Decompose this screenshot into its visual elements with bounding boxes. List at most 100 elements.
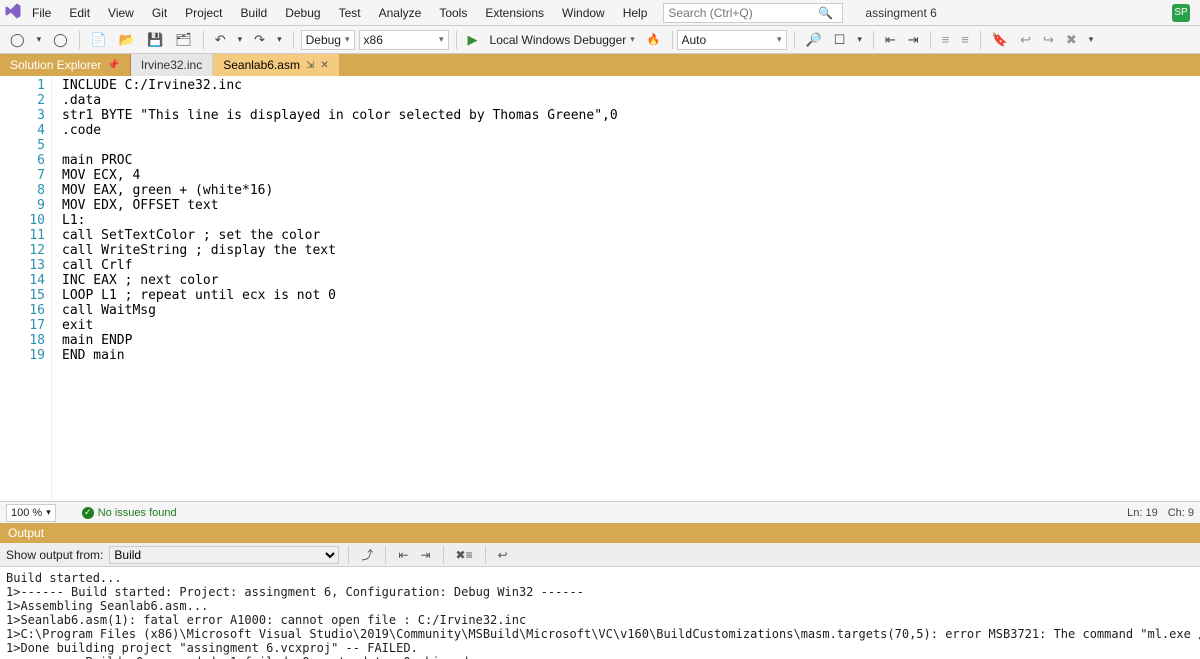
code-line[interactable]: MOV EDX, OFFSET text	[62, 198, 618, 213]
menu-analyze[interactable]: Analyze	[371, 3, 430, 23]
code-editor[interactable]: 12345678910111213141516171819 INCLUDE C:…	[0, 76, 1200, 501]
output-wrap-icon[interactable]: ↩	[495, 548, 511, 562]
fire-icon[interactable]: 🔥	[643, 31, 665, 48]
solution-config-value: Debug	[306, 33, 341, 47]
code-line[interactable]: main ENDP	[62, 333, 618, 348]
solution-platform-value: x86	[364, 33, 383, 47]
redo-caret-icon[interactable]: ▾	[273, 32, 286, 47]
tab-pin-icon[interactable]: ⇲	[306, 60, 314, 71]
output-title: Output	[8, 526, 44, 540]
line-number: 9	[0, 198, 45, 213]
code-line[interactable]: exit	[62, 318, 618, 333]
code-line[interactable]: call SetTextColor ; set the color	[62, 228, 618, 243]
code-line[interactable]	[62, 138, 618, 153]
pin-icon[interactable]: 📌	[107, 60, 119, 71]
nav-back-icon[interactable]: ◯	[6, 30, 29, 50]
menu-build[interactable]: Build	[233, 3, 276, 23]
line-number: 7	[0, 168, 45, 183]
nav-forward-icon[interactable]: ◯	[49, 30, 72, 50]
menu-test[interactable]: Test	[331, 3, 369, 23]
uncomment-icon[interactable]: ≡	[957, 30, 973, 49]
code-line[interactable]: .data	[62, 93, 618, 108]
toolbar-icon-3-caret[interactable]: ▾	[853, 32, 866, 47]
line-number: 6	[0, 153, 45, 168]
nav-back-caret-icon[interactable]: ▾	[33, 32, 46, 47]
undo-icon[interactable]: ↶	[211, 30, 230, 50]
toolbar-icon-2[interactable]: ☐	[830, 30, 850, 50]
indent-more-icon[interactable]: ⇥	[904, 30, 923, 50]
menubar: File Edit View Git Project Build Debug T…	[0, 0, 1200, 26]
issues-indicator[interactable]: ✓ No issues found	[82, 507, 177, 519]
open-file-icon[interactable]: 📂	[115, 30, 139, 50]
line-number: 19	[0, 348, 45, 363]
line-number: 17	[0, 318, 45, 333]
tab-seanlab6[interactable]: Seanlab6.asm ⇲ ✕	[213, 54, 339, 76]
start-debug-dropdown[interactable]: Local Windows Debugger ▾	[486, 30, 639, 50]
solution-platform-dropdown[interactable]: x86 ▾	[359, 30, 449, 50]
line-number: 4	[0, 123, 45, 138]
menu-extensions[interactable]: Extensions	[477, 3, 552, 23]
menu-help[interactable]: Help	[615, 3, 656, 23]
bookmark-icon[interactable]: 🔖	[988, 30, 1012, 50]
code-line[interactable]: INC EAX ; next color	[62, 273, 618, 288]
start-debug-icon[interactable]: ▶	[464, 30, 482, 50]
new-project-icon[interactable]: 📄	[87, 30, 111, 50]
menu-edit[interactable]: Edit	[61, 3, 98, 23]
bookmark-next-icon[interactable]: ↪	[1039, 30, 1058, 50]
menu-view[interactable]: View	[100, 3, 142, 23]
char-indicator: Ch: 9	[1168, 507, 1194, 519]
code-line[interactable]: END main	[62, 348, 618, 363]
output-clear-icon[interactable]: ✖≡	[453, 548, 476, 562]
bookmark-prev-icon[interactable]: ↩	[1016, 30, 1035, 50]
search-input[interactable]	[668, 6, 818, 20]
redo-icon[interactable]: ↷	[250, 30, 269, 50]
save-icon[interactable]: 💾	[143, 30, 167, 50]
menu-window[interactable]: Window	[554, 3, 613, 23]
toolbar-overflow-caret[interactable]: ▾	[1085, 32, 1098, 47]
code-line[interactable]: call WaitMsg	[62, 303, 618, 318]
output-next-icon[interactable]: ⇥	[417, 548, 433, 562]
bookmark-clear-icon[interactable]: ✖	[1062, 30, 1081, 50]
menu-project[interactable]: Project	[177, 3, 230, 23]
output-text[interactable]: Build started... 1>------ Build started:…	[0, 567, 1200, 659]
show-output-from-label: Show output from:	[6, 548, 103, 562]
undo-caret-icon[interactable]: ▾	[234, 32, 247, 47]
code-area[interactable]: INCLUDE C:/Irvine32.inc.datastr1 BYTE "T…	[52, 76, 618, 501]
code-line[interactable]: INCLUDE C:/Irvine32.inc	[62, 78, 618, 93]
code-line[interactable]: MOV EAX, green + (white*16)	[62, 183, 618, 198]
code-line[interactable]: call WriteString ; display the text	[62, 243, 618, 258]
search-icon: 🔍	[818, 6, 833, 20]
code-line[interactable]: call Crlf	[62, 258, 618, 273]
save-all-icon[interactable]: 🗂	[171, 30, 196, 50]
menu-git[interactable]: Git	[144, 3, 175, 23]
solution-explorer-tab[interactable]: Solution Explorer 📌	[0, 54, 131, 76]
standard-toolbar: ◯ ▾ ◯ 📄 📂 💾 🗂 ↶ ▾ ↷ ▾ Debug▾ x86 ▾ ▶ Loc…	[0, 26, 1200, 54]
line-number: 1	[0, 78, 45, 93]
solution-config-dropdown[interactable]: Debug▾	[301, 30, 355, 50]
menu-file[interactable]: File	[24, 3, 59, 23]
tab-close-icon[interactable]: ✕	[320, 60, 328, 71]
menu-debug[interactable]: Debug	[277, 3, 328, 23]
output-panel-header[interactable]: Output	[0, 523, 1200, 543]
code-line[interactable]: .code	[62, 123, 618, 138]
code-line[interactable]: main PROC	[62, 153, 618, 168]
code-line[interactable]: L1:	[62, 213, 618, 228]
comment-icon[interactable]: ≡	[938, 30, 954, 49]
code-line[interactable]: MOV ECX, 4	[62, 168, 618, 183]
debug-target-dropdown[interactable]: Auto ▾	[677, 30, 787, 50]
indent-less-icon[interactable]: ⇤	[881, 30, 900, 50]
toolbar-icon-1[interactable]: 🔎	[802, 30, 826, 50]
output-source-dropdown[interactable]: Build	[109, 546, 339, 564]
code-line[interactable]: str1 BYTE "This line is displayed in col…	[62, 108, 618, 123]
menu-tools[interactable]: Tools	[431, 3, 475, 23]
tab-irvine32[interactable]: Irvine32.inc	[131, 54, 213, 76]
zoom-dropdown[interactable]: 100 %▾	[6, 504, 56, 522]
global-search[interactable]: 🔍	[663, 3, 843, 23]
line-number: 16	[0, 303, 45, 318]
code-line[interactable]: LOOP L1 ; repeat until ecx is not 0	[62, 288, 618, 303]
user-avatar[interactable]: SP	[1172, 4, 1190, 22]
output-goto-icon[interactable]: ⤴	[358, 546, 376, 563]
output-prev-icon[interactable]: ⇤	[395, 548, 411, 562]
vs-logo-icon	[4, 2, 22, 23]
line-number: 14	[0, 273, 45, 288]
